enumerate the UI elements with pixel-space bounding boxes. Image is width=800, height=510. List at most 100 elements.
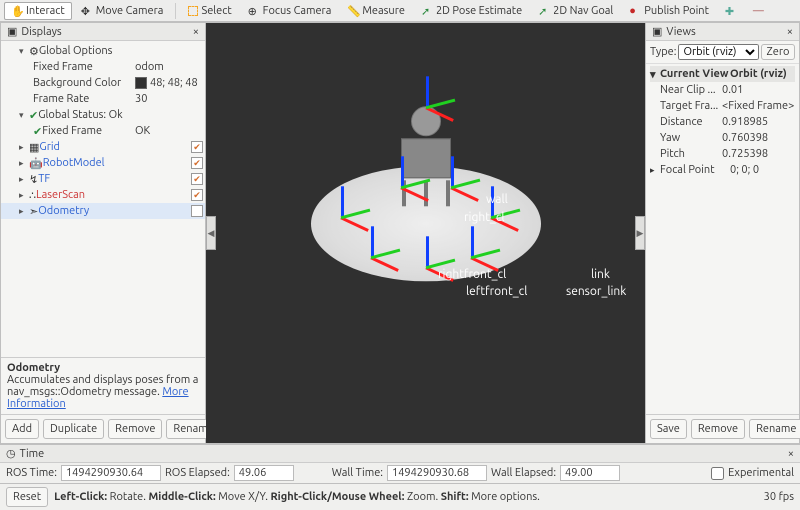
displays-tree[interactable]: ▾⚙Global Options Fixed Frameodom Backgro… <box>1 41 205 357</box>
tree-item-fixed-frame-status[interactable]: ✔Fixed FrameOK <box>1 123 205 139</box>
tree-item-odometry[interactable]: ▸➣Odometry✔ <box>1 203 205 219</box>
extra-tool-button[interactable]: — <box>746 2 772 20</box>
minus-icon: — <box>753 5 765 17</box>
rename-button[interactable]: Rename <box>749 419 800 439</box>
close-icon[interactable]: × <box>193 26 199 38</box>
remove-button[interactable]: Remove <box>108 419 162 439</box>
tree-item-grid[interactable]: ▸▦Grid✔ <box>1 139 205 155</box>
checkbox[interactable]: ✔ <box>191 173 203 185</box>
view-type-select[interactable]: Orbit (rviz) <box>678 44 759 60</box>
nav-goal-button[interactable]: ➚2D Nav Goal <box>531 2 620 20</box>
ros-time-field[interactable]: 1494290930.64 <box>61 465 161 481</box>
views-panel: ▣ Views × Type: Orbit (rviz) Zero ▾Curre… <box>645 22 800 444</box>
ros-time-label: ROS Time: <box>6 467 57 479</box>
close-icon[interactable]: × <box>787 26 793 38</box>
clock-icon: ◷ <box>6 447 16 460</box>
type-label: Type: <box>650 46 676 58</box>
tree-item-target-frame[interactable]: Target Fra...<Fixed Frame> <box>650 98 795 114</box>
grid-icon: ▦ <box>29 141 39 154</box>
time-panel: ◷ Time × ROS Time: 1494290930.64 ROS Ela… <box>0 444 800 483</box>
focus-camera-button[interactable]: ⊕Focus Camera <box>241 2 339 20</box>
frame-label: leftfront_cl <box>466 285 527 298</box>
close-icon[interactable]: × <box>788 448 794 460</box>
experimental-checkbox[interactable] <box>711 467 724 480</box>
extra-tool-button[interactable]: ✚ <box>718 2 744 20</box>
zero-button[interactable]: Zero <box>761 44 795 60</box>
tree-item-yaw[interactable]: Yaw0.760398 <box>650 130 795 146</box>
color-swatch <box>135 77 147 89</box>
display-description: Odometry Accumulates and displays poses … <box>1 357 205 414</box>
checkbox[interactable]: ✔ <box>191 205 203 217</box>
laser-icon: ∴ <box>29 189 36 202</box>
panel-icon: ▣ <box>652 25 662 38</box>
duplicate-button[interactable]: Duplicate <box>43 419 104 439</box>
tree-item-global-options[interactable]: ▾⚙Global Options <box>1 43 205 59</box>
tree-item-focal-point[interactable]: ▸Focal Point0; 0; 0 <box>650 162 795 178</box>
frame-label: wall <box>486 193 508 206</box>
pose-estimate-button[interactable]: ➚2D Pose Estimate <box>414 2 529 20</box>
tree-item-near-clip[interactable]: Near Clip ...0.01 <box>650 82 795 98</box>
tree-item-fixed-frame[interactable]: Fixed Frameodom <box>1 59 205 75</box>
frame-label: sensor_link <box>566 285 626 298</box>
time-title-bar[interactable]: ◷ Time × <box>0 445 800 463</box>
check-icon: ✔ <box>33 125 42 138</box>
viewport-nav-right[interactable]: ▶ <box>635 216 645 250</box>
panel-title-text: Displays <box>21 26 61 38</box>
hint-text: Left-Click: Rotate. Middle-Click: Move X… <box>54 491 540 503</box>
robot-icon: 🤖 <box>29 157 43 170</box>
tf-icon: ↯ <box>29 173 38 186</box>
displays-button-row: Add Duplicate Remove Rename <box>1 414 205 443</box>
experimental-label: Experimental <box>728 467 794 479</box>
panel-title-text: Time <box>20 448 45 460</box>
pin-icon: ● <box>629 5 641 17</box>
wall-time-label: Wall Time: <box>332 467 383 479</box>
reset-button[interactable]: Reset <box>6 487 48 507</box>
tree-item-pitch[interactable]: Pitch0.725398 <box>650 146 795 162</box>
add-button[interactable]: Add <box>5 419 39 439</box>
move-camera-button[interactable]: ✥Move Camera <box>74 2 171 20</box>
status-bar: Reset Left-Click: Rotate. Middle-Click: … <box>0 483 800 510</box>
tree-item-global-status[interactable]: ▾✔Global Status: Ok <box>1 107 205 123</box>
wall-elapsed-label: Wall Elapsed: <box>491 467 556 479</box>
tree-item-distance[interactable]: Distance0.918985 <box>650 114 795 130</box>
tree-item-laserscan[interactable]: ▸∴LaserScan✔ <box>1 187 205 203</box>
ruler-icon: 📏 <box>347 5 359 17</box>
focus-icon: ⊕ <box>248 5 260 17</box>
views-button-row: Save Remove Rename <box>646 414 799 443</box>
frame-label: link <box>591 268 610 281</box>
interact-button[interactable]: ✋Interact <box>4 2 72 20</box>
displays-title-bar[interactable]: ▣ Displays × <box>1 23 205 41</box>
publish-point-button[interactable]: ●Publish Point <box>622 2 716 20</box>
frame-label: right_cl <box>464 211 505 224</box>
ros-elapsed-field[interactable]: 49.06 <box>234 465 294 481</box>
displays-panel: ▣ Displays × ▾⚙Global Options Fixed Fram… <box>0 22 206 444</box>
odometry-icon: ➣ <box>29 205 38 218</box>
measure-button[interactable]: 📏Measure <box>340 2 412 20</box>
arrow-icon: ➚ <box>538 5 550 17</box>
tree-item-bg-color[interactable]: Background Color48; 48; 48 <box>1 75 205 91</box>
tree-item-robot-model[interactable]: ▸🤖RobotModel✔ <box>1 155 205 171</box>
checkbox[interactable]: ✔ <box>191 157 203 169</box>
wall-time-field[interactable]: 1494290930.68 <box>387 465 487 481</box>
robot-model-render <box>311 166 541 281</box>
checkbox[interactable]: ✔ <box>191 141 203 153</box>
views-title-bar[interactable]: ▣ Views × <box>646 23 799 41</box>
wall-elapsed-field[interactable]: 49.00 <box>560 465 620 481</box>
check-icon: ✔ <box>29 109 38 122</box>
select-button[interactable]: Select <box>181 2 238 20</box>
save-button[interactable]: Save <box>650 419 687 439</box>
remove-button[interactable]: Remove <box>691 419 745 439</box>
description-title: Odometry <box>7 362 199 374</box>
checkbox[interactable]: ✔ <box>191 189 203 201</box>
main-toolbar: ✋Interact ✥Move Camera Select ⊕Focus Cam… <box>0 0 800 22</box>
tree-item-tf[interactable]: ▸↯TF✔ <box>1 171 205 187</box>
panel-title-text: Views <box>666 26 695 38</box>
arrow-icon: ➚ <box>421 5 433 17</box>
3d-viewport[interactable]: ◀ ▶ wall right_cl rightfront_cl leftfron… <box>206 22 645 444</box>
select-icon <box>188 6 198 16</box>
tree-item-current-view[interactable]: ▾Current ViewOrbit (rviz) <box>650 66 795 82</box>
viewport-nav-left[interactable]: ◀ <box>206 216 216 250</box>
frame-label: rightfront_cl <box>438 268 506 281</box>
views-tree[interactable]: ▾Current ViewOrbit (rviz) Near Clip ...0… <box>646 64 799 414</box>
tree-item-frame-rate[interactable]: Frame Rate30 <box>1 91 205 107</box>
